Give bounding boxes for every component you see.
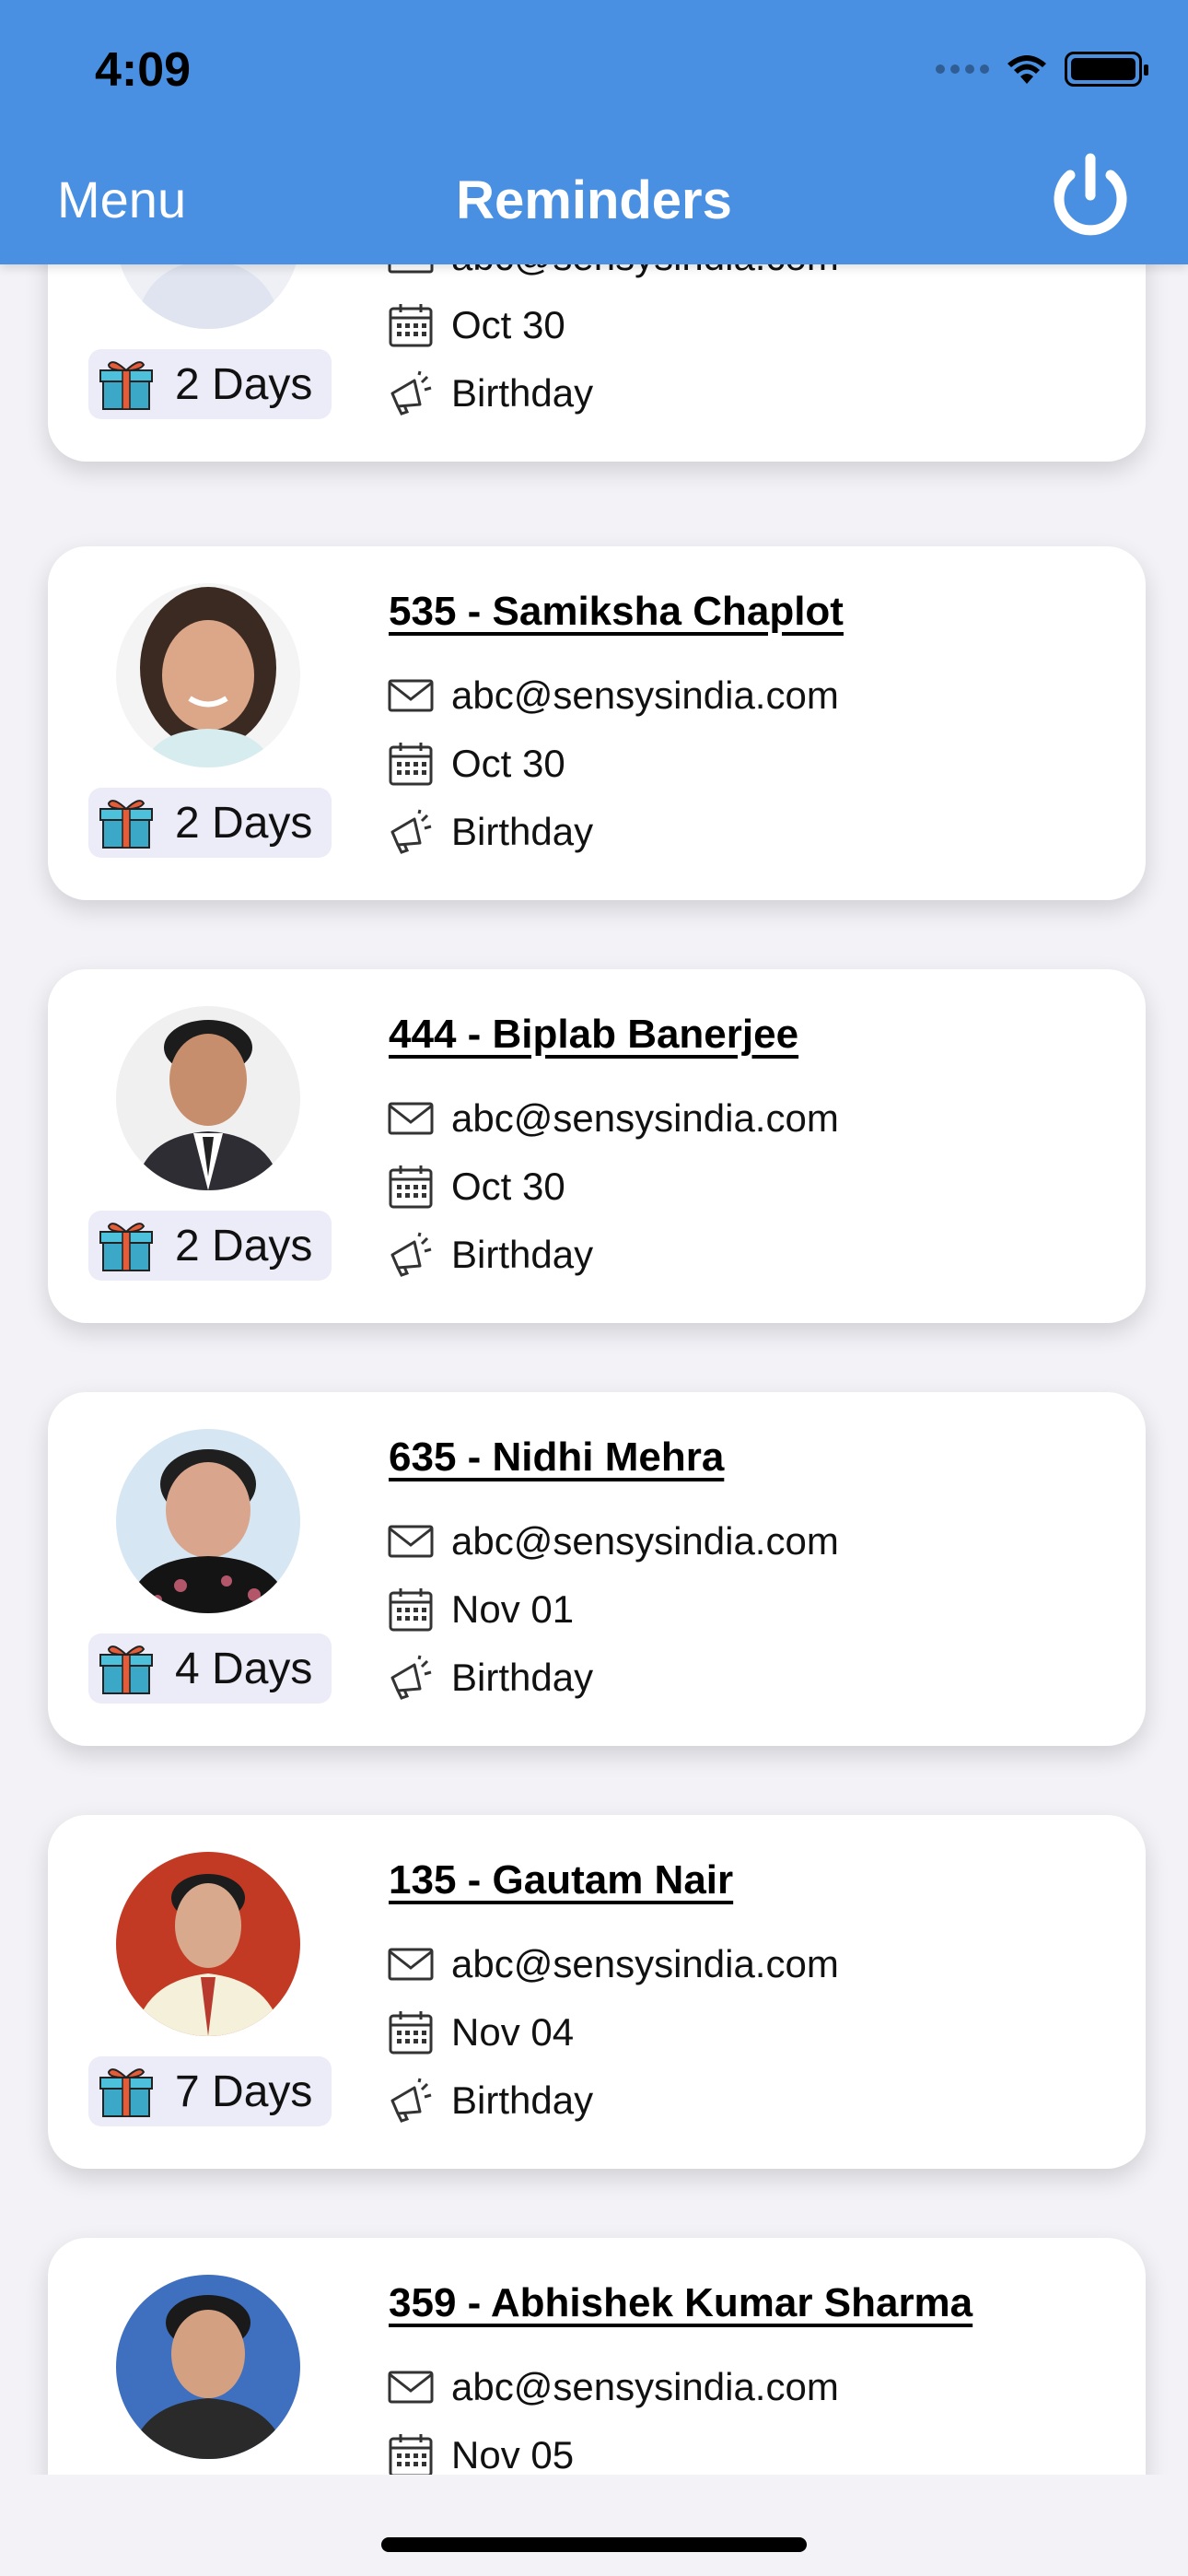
date-text: Nov 04 bbox=[451, 2010, 575, 2054]
days-badge: 2 Days bbox=[88, 349, 332, 419]
days-remaining: 2 Days bbox=[175, 359, 313, 409]
days-remaining: 7 Days bbox=[175, 2067, 313, 2116]
reminder-card[interactable]: 7 Days 135 - Gautam Nair abc@sensysindia… bbox=[48, 1815, 1146, 2169]
power-icon[interactable] bbox=[1041, 147, 1140, 247]
home-indicator-area bbox=[0, 2475, 1188, 2576]
reminder-card[interactable]: 4 Days 635 - Nidhi Mehra abc@sensysindia… bbox=[48, 1392, 1146, 1746]
mail-icon bbox=[388, 1102, 434, 1135]
calendar-icon bbox=[389, 304, 433, 347]
reminder-card[interactable]: 359 - Abhishek Kumar Sharma abc@sensysin… bbox=[48, 2238, 1146, 2476]
email-row: abc@sensysindia.com bbox=[387, 264, 839, 281]
email-row: abc@sensysindia.com bbox=[387, 1095, 839, 1142]
reminder-card[interactable]: 2 Days abc@sensysindia.com Oct 30 Birthd… bbox=[48, 264, 1146, 462]
email-row: abc@sensysindia.com bbox=[387, 1940, 839, 1988]
calendar-icon bbox=[389, 2011, 433, 2055]
type-text: Birthday bbox=[451, 810, 594, 853]
gift-icon bbox=[99, 1645, 153, 1694]
screen: 4:09 Menu Reminders 2 Days Oct 30 Birthd… bbox=[0, 0, 1188, 2576]
type-text: Birthday bbox=[451, 2078, 594, 2122]
gift-icon bbox=[99, 800, 153, 849]
status-time: 4:09 bbox=[95, 43, 192, 97]
cellular-signal-icon bbox=[936, 64, 989, 74]
date-row: Nov 01 bbox=[387, 1586, 574, 1633]
email-text: abc@sensysindia.com bbox=[451, 673, 839, 717]
type-row: Birthday bbox=[387, 369, 593, 417]
home-indicator[interactable] bbox=[381, 2537, 807, 2552]
reminder-list[interactable]: 2 Days abc@sensysindia.com Oct 30 Birthd… bbox=[0, 264, 1188, 2476]
avatar bbox=[116, 1429, 300, 1613]
reminder-card[interactable]: 2 Days 535 - Samiksha Chaplot abc@sensys… bbox=[48, 546, 1146, 900]
employee-name-link[interactable]: 444 - Biplab Banerjee bbox=[389, 1012, 798, 1058]
megaphone-icon bbox=[390, 1232, 432, 1277]
date-text: Nov 01 bbox=[451, 1587, 575, 1631]
avatar bbox=[116, 1006, 300, 1190]
days-remaining: 2 Days bbox=[175, 1221, 313, 1270]
days-badge: 4 Days bbox=[88, 1633, 332, 1704]
date-text: Oct 30 bbox=[451, 742, 565, 785]
calendar-icon bbox=[389, 743, 433, 786]
email-row: abc@sensysindia.com bbox=[387, 2363, 839, 2411]
avatar bbox=[116, 583, 300, 767]
employee-name-link[interactable]: 359 - Abhishek Kumar Sharma bbox=[389, 2280, 973, 2326]
date-row: Oct 30 bbox=[387, 301, 565, 349]
employee-name-link[interactable]: 135 - Gautam Nair bbox=[389, 1857, 733, 1903]
mail-icon bbox=[388, 264, 434, 274]
date-row: Oct 30 bbox=[387, 740, 565, 788]
type-row: Birthday bbox=[387, 1654, 593, 1702]
calendar-icon bbox=[389, 2434, 433, 2476]
email-row: abc@sensysindia.com bbox=[387, 672, 839, 720]
megaphone-icon bbox=[390, 370, 432, 416]
employee-name-link[interactable]: 635 - Nidhi Mehra bbox=[389, 1434, 724, 1481]
wifi-icon bbox=[1007, 55, 1046, 84]
days-badge: 2 Days bbox=[88, 788, 332, 858]
type-text: Birthday bbox=[451, 1233, 594, 1276]
mail-icon bbox=[388, 2371, 434, 2404]
date-row: Oct 30 bbox=[387, 1163, 565, 1211]
gift-icon bbox=[99, 1223, 153, 1271]
status-icons bbox=[936, 52, 1148, 87]
email-row: abc@sensysindia.com bbox=[387, 1517, 839, 1565]
nav-header: 4:09 Menu Reminders bbox=[0, 0, 1188, 264]
date-text: Nov 05 bbox=[451, 2433, 575, 2476]
menu-button[interactable]: Menu bbox=[57, 170, 186, 229]
email-text: abc@sensysindia.com bbox=[451, 1519, 839, 1563]
megaphone-icon bbox=[390, 2078, 432, 2123]
employee-name-link[interactable]: 535 - Samiksha Chaplot bbox=[389, 589, 844, 635]
date-row: Nov 04 bbox=[387, 2008, 574, 2056]
megaphone-icon bbox=[390, 1655, 432, 1700]
mail-icon bbox=[388, 1948, 434, 1981]
mail-icon bbox=[388, 679, 434, 712]
type-row: Birthday bbox=[387, 1231, 593, 1279]
avatar bbox=[116, 1852, 300, 2036]
type-text: Birthday bbox=[451, 371, 594, 415]
type-row: Birthday bbox=[387, 2077, 593, 2125]
gift-icon bbox=[99, 2068, 153, 2117]
gift-icon bbox=[99, 361, 153, 410]
calendar-icon bbox=[389, 1588, 433, 1632]
days-remaining: 2 Days bbox=[175, 798, 313, 848]
mail-icon bbox=[388, 1525, 434, 1558]
avatar bbox=[116, 264, 300, 329]
email-text: abc@sensysindia.com bbox=[451, 1096, 839, 1140]
battery-icon bbox=[1065, 52, 1148, 87]
date-row: Nov 05 bbox=[387, 2431, 574, 2476]
date-text: Oct 30 bbox=[451, 1165, 565, 1208]
calendar-icon bbox=[389, 1165, 433, 1209]
email-text: abc@sensysindia.com bbox=[451, 1942, 839, 1985]
email-text: abc@sensysindia.com bbox=[451, 2365, 839, 2408]
type-text: Birthday bbox=[451, 1656, 594, 1699]
avatar bbox=[116, 2275, 300, 2459]
days-badge: 2 Days bbox=[88, 1211, 332, 1281]
days-badge: 7 Days bbox=[88, 2056, 332, 2126]
type-row: Birthday bbox=[387, 808, 593, 856]
days-remaining: 4 Days bbox=[175, 1644, 313, 1693]
date-text: Oct 30 bbox=[451, 303, 565, 346]
email-text: abc@sensysindia.com bbox=[451, 264, 839, 279]
megaphone-icon bbox=[390, 809, 432, 854]
reminder-card[interactable]: 2 Days 444 - Biplab Banerjee abc@sensysi… bbox=[48, 969, 1146, 1323]
